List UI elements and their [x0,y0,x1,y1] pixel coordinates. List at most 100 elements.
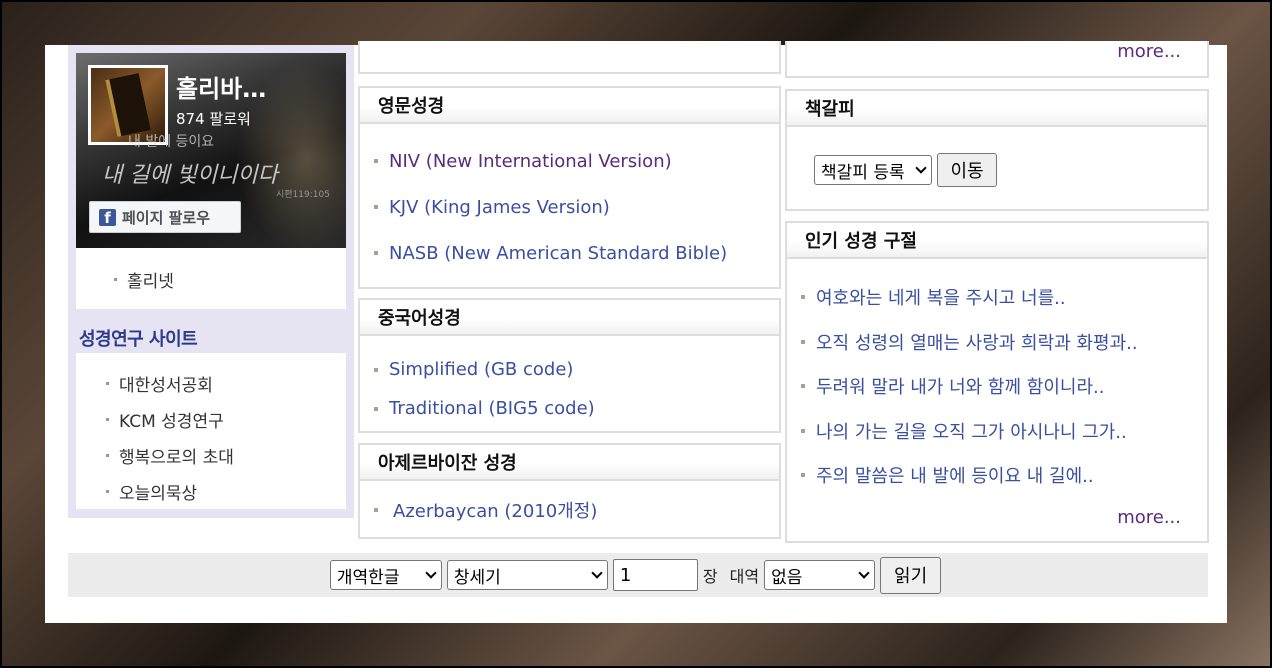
bullet-icon [374,367,378,372]
bullet-icon [801,384,805,389]
book-select[interactable]: 창세기 [446,560,608,590]
middle-top-panel [358,41,781,74]
chapter-suffix: 장 [702,567,718,586]
bullet-icon [106,417,109,421]
bible-link-simplified[interactable]: Simplified (GB code) [374,350,779,389]
verse-link[interactable]: 여호와는 네게 복을 주시고 너를.. [801,275,1207,320]
sidebar-link-happiness[interactable]: 행복으로의 초대 [106,437,234,473]
english-bible-panel: 영문성경 NIV (New International Version) KJV… [358,86,781,289]
verse-link-label: 오직 성령의 열매는 사랑과 희락과 화평과.. [816,332,1138,354]
sidebar-link-bible-society[interactable]: 대한성서공회 [106,365,234,401]
facebook-page-widget: 홀리바… 874 팔로워 내 발에 등이요 내 길에 빛이니이다 시편119:1… [76,53,346,309]
facebook-follower-count: 874 팔로워 [176,110,251,128]
bible-link-nasb[interactable]: NASB (New American Standard Bible) [374,230,779,276]
verse-link-label: 주의 말씀은 내 발에 등이요 내 길에.. [816,466,1094,488]
left-sidebar: 홀리바… 874 팔로워 내 발에 등이요 내 길에 빛이니이다 시편119:1… [68,45,354,518]
facebook-page-title[interactable]: 홀리바… [176,69,266,104]
compare-label: 대역 [729,567,760,586]
sidebar-link-label: 홀리넷 [127,271,174,292]
sidebar-link-meditation[interactable]: 오늘의묵상 [106,473,234,509]
bullet-icon [106,453,109,457]
main-page: 홀리바… 874 팔로워 내 발에 등이요 내 길에 빛이니이다 시편119:1… [45,41,1227,623]
bookmark-panel: 책갈피 책갈피 등록 이동 [785,89,1209,211]
bullet-icon [106,489,109,493]
bible-link-label: Azerbaycan (2010개정) [393,501,598,522]
bookmark-controls: 책갈피 등록 이동 [814,153,997,187]
azerbaijani-bible-title: 아제르바이잔 성경 [360,445,779,481]
bullet-icon [801,428,805,433]
bookmark-title: 책갈피 [787,91,1207,127]
study-sites-heading: 성경연구 사이트 [79,329,198,350]
bullet-icon [374,508,378,512]
facebook-icon: f [99,208,116,226]
read-button[interactable]: 읽기 [880,556,942,594]
bible-link-label: Traditional (BIG5 code) [389,398,595,419]
cover-text-ref: 시편119:105 [276,190,330,200]
verse-link[interactable]: 나의 가는 길을 오직 그가 아시나니 그가.. [801,409,1207,454]
bullet-icon [374,205,378,209]
chinese-bible-list: Simplified (GB code) Traditional (BIG5 c… [360,336,779,428]
bookmark-go-button[interactable]: 이동 [937,153,997,187]
bible-link-traditional[interactable]: Traditional (BIG5 code) [374,389,779,428]
right-top-panel: more... [785,41,1209,78]
bullet-icon [801,295,805,300]
chevron-down-icon [858,566,870,579]
more-link-top[interactable]: more... [1117,41,1181,62]
sidebar-link-label: 행복으로의 초대 [119,447,234,468]
bible-link-kjv[interactable]: KJV (King James Version) [374,184,779,230]
english-bible-list: NIV (New International Version) KJV (Kin… [360,124,779,276]
compare-select[interactable]: 없음 [764,560,876,590]
bible-link-niv[interactable]: NIV (New International Version) [374,138,779,184]
bullet-icon [801,473,805,478]
bible-book-icon [105,73,151,137]
more-link-popular[interactable]: more... [1117,507,1181,528]
popular-verses-list: 여호와는 네게 복을 주시고 너를.. 오직 성령의 열매는 사랑과 희락과 화… [787,259,1207,498]
bible-link-label: NIV (New International Version) [389,150,672,172]
sidebar-link-kcm[interactable]: KCM 성경연구 [106,401,234,437]
english-bible-title: 영문성경 [360,88,779,124]
bible-link-label: KJV (King James Version) [389,196,610,218]
azerbaijani-bible-panel: 아제르바이잔 성경 Azerbaycan (2010개정) [358,443,781,539]
verse-link-label: 두려워 말라 내가 너와 함께 함이니라.. [816,377,1105,399]
cover-text-line1: 내 발에 등이요 [128,134,215,150]
sidebar-link-label: 오늘의묵상 [119,483,198,504]
version-select-value: 개역한글 [336,567,400,588]
sidebar-link-label: 대한성서공회 [119,375,213,396]
bible-link-azerbaycan[interactable]: Azerbaycan (2010개정) [374,495,779,525]
bible-link-label: NASB (New American Standard Bible) [389,242,728,264]
verse-link[interactable]: 두려워 말라 내가 너와 함께 함이니라.. [801,364,1207,409]
book-select-value: 창세기 [453,567,501,588]
bookmark-select[interactable]: 책갈피 등록 [814,155,932,185]
verse-link[interactable]: 오직 성령의 열매는 사랑과 희락과 화평과.. [801,320,1207,365]
chevron-down-icon [591,566,603,579]
sidebar-link-holynet[interactable]: 홀리넷 [114,261,174,297]
study-sites-list: 대한성서공회 KCM 성경연구 행복으로의 초대 오늘의묵상 [106,365,234,509]
bible-reader-bar: 개역한글 창세기 1 장 대역 없음 읽기 [68,553,1208,597]
popular-verses-panel: 인기 성경 구절 여호와는 네게 복을 주시고 너를.. 오직 성령의 열매는 … [785,221,1209,543]
bookmark-select-value: 책갈피 등록 [821,162,905,183]
bullet-icon [374,251,378,255]
sidebar-link-label: KCM 성경연구 [119,411,224,432]
compare-select-value: 없음 [771,567,803,588]
bullet-icon [114,277,117,281]
chevron-down-icon [425,566,437,579]
version-select[interactable]: 개역한글 [329,560,442,590]
popular-verses-title: 인기 성경 구절 [787,223,1207,259]
sidebar-top-links: 홀리넷 [114,261,174,297]
facebook-follow-button[interactable]: f 페이지 팔로우 [89,201,241,233]
follow-button-label: 페이지 팔로우 [122,208,211,227]
bible-link-label: Simplified (GB code) [389,359,574,380]
bullet-icon [374,406,378,411]
study-sites-box: 대한성서공회 KCM 성경연구 행복으로의 초대 오늘의묵상 [76,353,346,509]
bullet-icon [801,339,805,344]
chapter-input[interactable]: 1 [612,559,698,591]
azerbaijani-bible-list: Azerbaycan (2010개정) [360,481,779,525]
cover-text-line2: 내 길에 빛이니이다 [102,163,278,188]
verse-link[interactable]: 주의 말씀은 내 발에 등이요 내 길에.. [801,453,1207,498]
verse-link-label: 나의 가는 길을 오직 그가 아시나니 그가.. [816,421,1127,443]
bullet-icon [374,159,378,163]
bullet-icon [106,381,109,385]
chinese-bible-panel: 중국어성경 Simplified (GB code) Traditional (… [358,298,781,433]
chinese-bible-title: 중국어성경 [360,300,779,336]
facebook-cover-image[interactable]: 홀리바… 874 팔로워 내 발에 등이요 내 길에 빛이니이다 시편119:1… [76,53,346,248]
